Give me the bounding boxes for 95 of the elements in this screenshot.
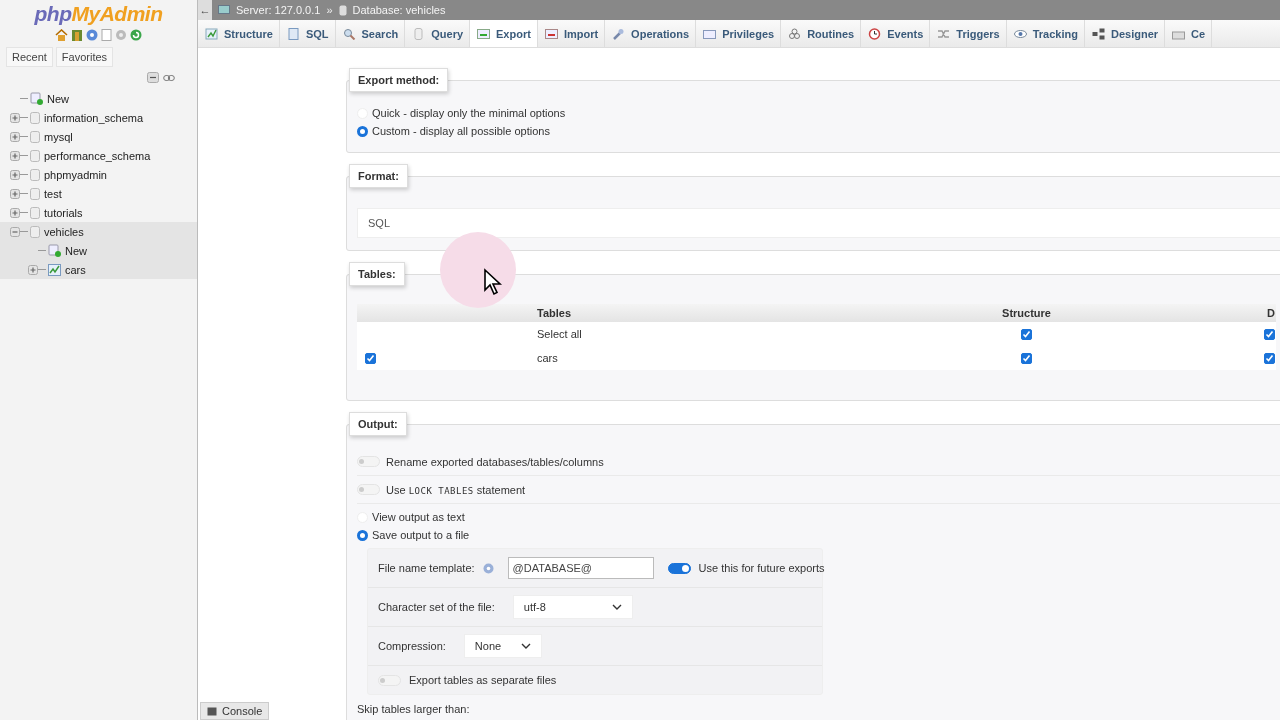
- option-label: Quick - display only the minimal options: [372, 107, 566, 119]
- option-label: Export tables as separate files: [409, 674, 557, 686]
- diagram-icon: [1091, 27, 1105, 40]
- nav-tab[interactable]: Search: [335, 20, 406, 47]
- option-label: View output as text: [372, 511, 465, 523]
- database-link[interactable]: mysql: [44, 130, 73, 143]
- nav-tab[interactable]: Designer: [1084, 20, 1166, 47]
- cursor-icon: [483, 268, 503, 296]
- select-all-label: Select all: [531, 322, 853, 346]
- nav-tab[interactable]: Structure: [198, 20, 280, 47]
- nav-tab[interactable]: SQL: [279, 20, 336, 47]
- nav-tab[interactable]: Privileges: [696, 20, 782, 47]
- database-link[interactable]: information_schema: [44, 111, 144, 124]
- field-label: File name template:: [378, 562, 475, 574]
- nav-tab[interactable]: Export: [470, 20, 538, 47]
- dropdown[interactable]: None: [463, 634, 542, 658]
- document-icon: [286, 27, 300, 40]
- database-link[interactable]: test: [44, 187, 62, 200]
- database-icon: [412, 27, 426, 40]
- clock-icon: [868, 27, 882, 40]
- option-label: Custom - display all possible options: [372, 125, 550, 137]
- link-icon: [163, 73, 175, 82]
- import-icon: [544, 27, 558, 40]
- option-label: Save output to a file: [372, 529, 470, 541]
- option-label: Use LOCK TABLES statement: [386, 483, 526, 496]
- table-icon: [48, 263, 61, 276]
- new-link[interactable]: New: [65, 244, 87, 257]
- nav-tab[interactable]: Import: [537, 20, 606, 47]
- format-select[interactable]: SQL: [357, 208, 1280, 238]
- sidebar-tab[interactable]: Recent: [6, 47, 53, 67]
- shuffle-icon: [937, 27, 951, 40]
- nav-tab[interactable]: Events: [861, 20, 931, 47]
- nav-tab[interactable]: Routines: [781, 20, 862, 47]
- new-item-icon: [48, 244, 61, 257]
- sidebar-tab[interactable]: Favorites: [55, 47, 114, 67]
- database-icon: [30, 111, 40, 124]
- database-icon: [30, 187, 40, 200]
- checkbox[interactable]: [1264, 353, 1275, 365]
- checkbox[interactable]: [1264, 329, 1275, 341]
- toggle-switch[interactable]: [667, 562, 691, 574]
- option-label: Rename exported databases/tables/columns: [386, 455, 604, 468]
- checkbox[interactable]: [1021, 329, 1032, 341]
- chevron-down-icon: [520, 643, 531, 649]
- document-icon: [101, 29, 112, 41]
- section-legend: Output:: [349, 412, 407, 436]
- input-field[interactable]: @DATABASE@: [507, 557, 654, 579]
- database-icon: [30, 149, 40, 162]
- radio-button[interactable]: [357, 529, 368, 541]
- checkbox[interactable]: [1021, 353, 1032, 365]
- table-name: cars: [531, 346, 853, 370]
- console-bar[interactable]: Console: [200, 702, 270, 720]
- field-label: Character set of the file:: [378, 601, 495, 613]
- search-icon: [342, 27, 356, 40]
- database-icon: [30, 168, 40, 181]
- database-link[interactable]: vehicles: [44, 225, 84, 238]
- column-header: Tables: [531, 304, 853, 322]
- terminal-icon: [207, 706, 217, 716]
- table-link[interactable]: cars: [65, 263, 86, 276]
- nav-tab[interactable]: Ce: [1165, 20, 1213, 47]
- breadcrumb-separator: »: [326, 4, 333, 16]
- database-link[interactable]: tutorials: [44, 206, 83, 219]
- database-icon: [30, 206, 40, 219]
- dropdown[interactable]: utf-8: [512, 595, 633, 619]
- logo-text: phpMyAdmin: [34, 2, 163, 26]
- door-icon: [71, 29, 83, 41]
- section-legend: Tables:: [349, 262, 405, 286]
- database-icon: [30, 225, 40, 238]
- eye-icon: [1013, 27, 1027, 40]
- checkbox[interactable]: [365, 353, 376, 365]
- option-label: Use this for future exports: [698, 562, 825, 574]
- wrench-icon: [612, 27, 626, 40]
- home-icon: [55, 29, 68, 41]
- field-label: Compression:: [378, 640, 446, 652]
- nav-tab[interactable]: Tracking: [1006, 20, 1085, 47]
- database-icon: [30, 130, 40, 143]
- database-link[interactable]: performance_schema: [44, 149, 151, 162]
- nav-tab[interactable]: Triggers: [930, 20, 1007, 47]
- database-link[interactable]: phpmyadmin: [44, 168, 107, 181]
- new-item-icon: [30, 92, 43, 105]
- server-icon: [218, 4, 230, 16]
- export-icon: [477, 27, 491, 40]
- field-label: Skip tables larger than:: [357, 703, 471, 715]
- nav-tab[interactable]: Operations: [605, 20, 697, 47]
- reload-icon: [130, 29, 142, 41]
- column-header: D: [1200, 304, 1276, 322]
- new-link[interactable]: New: [47, 92, 69, 105]
- structure-icon: [205, 27, 218, 40]
- collapse-all-icon: [147, 72, 159, 83]
- back-button[interactable]: ←: [198, 0, 212, 20]
- section-legend: Export method:: [349, 68, 449, 92]
- radio-button[interactable]: [357, 125, 368, 137]
- database-icon: [338, 4, 347, 16]
- chevron-down-icon: [611, 604, 622, 610]
- section-legend: Format:: [349, 164, 408, 188]
- column-header: Structure: [853, 304, 1200, 322]
